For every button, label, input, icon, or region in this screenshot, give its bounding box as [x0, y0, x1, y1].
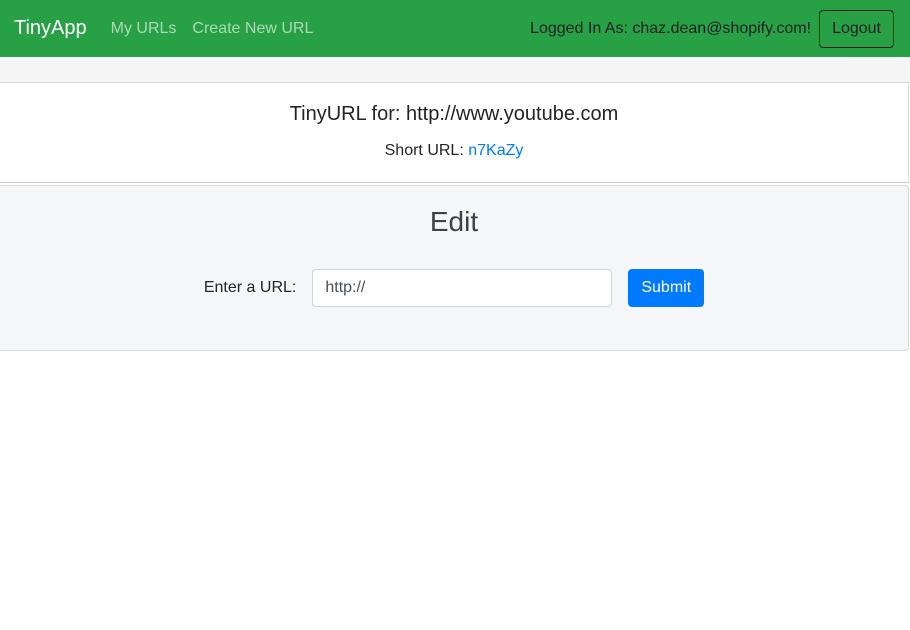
navbar: TinyApp My URLs Create New URL Logged In…: [0, 0, 910, 57]
nav-link-create-new-url[interactable]: Create New URL: [192, 20, 313, 38]
brand-link[interactable]: TinyApp: [14, 17, 87, 40]
nav-link-my-urls[interactable]: My URLs: [111, 20, 177, 38]
short-url-link[interactable]: n7KaZy: [468, 142, 523, 159]
logged-in-text: Logged In As: chaz.dean@shopify.com!: [530, 19, 812, 37]
edit-card: Edit Enter a URL: Submit: [0, 185, 909, 351]
submit-button[interactable]: Submit: [628, 269, 705, 307]
short-url-label: Short URL:: [384, 142, 469, 159]
edit-url-form: Enter a URL: Submit: [0, 269, 908, 307]
url-info-title: TinyURL for: http://www.youtube.com: [289, 103, 619, 125]
short-url-line: Short URL: n7KaZy: [0, 142, 908, 160]
url-input[interactable]: [312, 269, 613, 307]
url-info-card: TinyURL for: http://www.youtube.com Shor…: [0, 83, 909, 183]
edit-title: Edit: [429, 206, 479, 237]
header-spacer-band: [0, 57, 910, 83]
url-input-label: Enter a URL:: [203, 279, 297, 296]
logout-button[interactable]: Logout: [819, 9, 894, 48]
